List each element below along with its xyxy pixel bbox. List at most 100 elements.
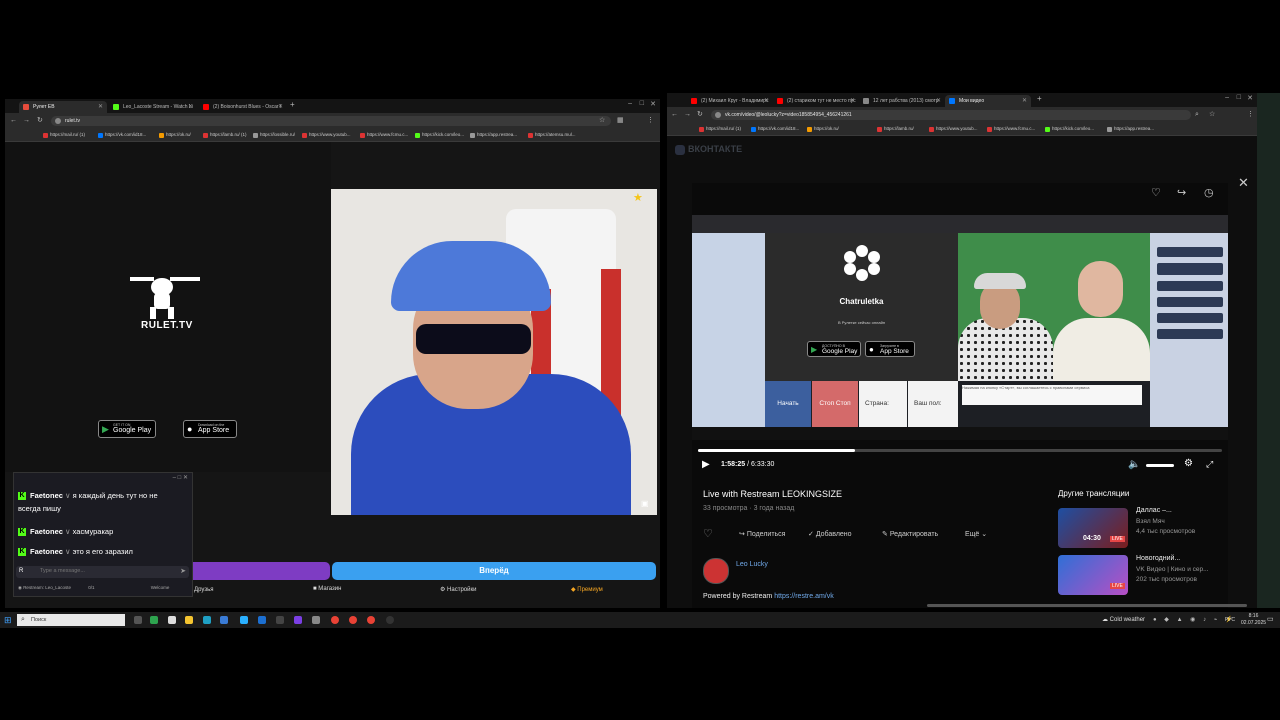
explorer-icon[interactable] <box>185 616 193 624</box>
site-info-icon[interactable] <box>715 112 721 118</box>
bookmark-item[interactable]: https://www.fcmu.c... <box>360 130 408 140</box>
close-tab-icon[interactable]: ✕ <box>764 95 769 107</box>
close-modal-icon[interactable]: ✕ <box>1238 175 1249 191</box>
next-button[interactable]: Вперёд <box>332 562 656 580</box>
left-tab-youtube[interactable]: (2) Boisonhurst Blues - Oscar I ✕ <box>199 101 287 113</box>
purple-stop-bar[interactable] <box>180 562 330 580</box>
edit-button[interactable]: ✎ Редактировать <box>882 530 938 538</box>
obs-icon[interactable] <box>386 616 394 624</box>
right-tab-1[interactable]: (2) Михаил Круг - Владимирс ✕ <box>687 95 773 107</box>
author-avatar[interactable] <box>703 558 729 584</box>
app-store-button[interactable]: ● Download on the App Store <box>183 420 237 438</box>
bookmark-item[interactable]: https://ok.ru/ <box>807 124 839 134</box>
more-button[interactable]: Ещё ⌄ <box>965 530 987 538</box>
app-icon[interactable] <box>294 616 302 624</box>
app-icon[interactable] <box>150 616 158 624</box>
page-scrollbar[interactable] <box>927 604 1247 607</box>
app-icon[interactable] <box>168 616 176 624</box>
bookmark-item[interactable]: https://app.restrea... <box>470 130 517 140</box>
bookmark-item[interactable]: https://www.youtub... <box>302 130 351 140</box>
related-title[interactable]: Даллас –... <box>1136 507 1172 514</box>
chrome-icon[interactable] <box>349 616 357 624</box>
close-window-button[interactable]: ✕ <box>650 100 656 108</box>
right-tab-2[interactable]: (2) стариком тут не место пус ✕ <box>773 95 859 107</box>
google-play-button[interactable]: ▶ GET IT ON Google Play <box>98 420 156 438</box>
close-window-button[interactable]: ✕ <box>1247 94 1253 102</box>
edge-icon[interactable] <box>203 616 211 624</box>
close-tab-icon[interactable]: ✕ <box>1022 95 1027 107</box>
star-icon[interactable]: ☆ <box>1209 110 1215 120</box>
camera-icon[interactable]: ▣ <box>641 499 649 508</box>
share-button[interactable]: ↪ Поделиться <box>739 530 785 538</box>
left-tab-kick[interactable]: Leo_Lacoste Stream - Watch Li ✕ <box>109 101 197 113</box>
share-icon[interactable]: ↪ <box>1177 186 1186 199</box>
bookmark-item[interactable]: https://kick.com/leo... <box>1045 124 1094 134</box>
related-thumb[interactable]: LIVE <box>1058 555 1128 595</box>
bookmark-item[interactable]: https://www.youtub... <box>929 124 978 134</box>
bookmark-item[interactable]: https://mail.ru/ (1) <box>43 130 85 140</box>
bookmark-item[interactable]: https://ok.ru/ <box>159 130 191 140</box>
maximize-button[interactable]: □ <box>1237 94 1241 101</box>
related-title[interactable]: Новогодний... <box>1136 555 1180 562</box>
app-icon[interactable] <box>276 616 284 624</box>
chrome-icon[interactable] <box>331 616 339 624</box>
menu-icon[interactable]: ⋮ <box>647 116 654 126</box>
like-button[interactable]: ♡ <box>703 527 713 540</box>
right-url-field[interactable]: vk.com/video/@leolucky?z=video185854954_… <box>711 110 1191 120</box>
minimize-button[interactable]: – <box>628 100 632 107</box>
weather-widget[interactable]: ☁ Cold weather <box>1102 616 1145 623</box>
send-icon[interactable]: ➤ <box>180 567 186 575</box>
reload-icon[interactable]: ↻ <box>697 110 703 120</box>
vk-brand[interactable]: ВКОНТАКТЕ <box>675 144 742 155</box>
left-url-field[interactable]: rulet.tv <box>51 116 611 126</box>
back-icon[interactable]: ← <box>10 116 17 126</box>
new-tab-button[interactable]: + <box>290 100 295 109</box>
clock[interactable]: 8:16 02.07.2025 <box>1241 613 1266 627</box>
video-progress-track[interactable] <box>698 449 1222 452</box>
minimize-button[interactable]: – <box>1225 94 1229 101</box>
tray-icons[interactable]: ● ◆ ▲ ◉ ♪ ⌁ ⚡ <box>1153 616 1236 623</box>
watch-later-icon[interactable]: ◷ <box>1204 186 1214 199</box>
star-icon[interactable]: ☆ <box>599 116 605 126</box>
bookmark-item[interactable]: https://www.fcmu.c... <box>987 124 1035 134</box>
extensions-icon[interactable]: ▦ <box>617 116 624 126</box>
menu-icon[interactable]: ⋮ <box>1247 110 1254 120</box>
settings-gear-icon[interactable]: ⚙ <box>1184 458 1193 469</box>
close-tab-icon[interactable]: ✕ <box>936 95 941 107</box>
notifications-icon[interactable]: ▭ <box>1267 615 1274 623</box>
added-button[interactable]: ✓ Добавлено <box>808 530 852 538</box>
right-tab-3[interactable]: 12 лет рабства (2013) смотр ✕ <box>859 95 945 107</box>
video-frame[interactable]: Chatruletka В Рулетке сейчас онлайн ▶ ДО… <box>692 215 1228 440</box>
bookmark-item[interactable]: https://vk.com/id18... <box>751 124 799 134</box>
bookmark-item[interactable]: https://app.restrea... <box>1107 124 1154 134</box>
fullscreen-icon[interactable]: ⤢ <box>1206 459 1213 470</box>
start-button[interactable]: ⊞ <box>4 615 12 626</box>
app-icon[interactable] <box>258 616 266 624</box>
right-tab-my-videos[interactable]: Мои видео ✕ <box>945 95 1031 107</box>
search-icon[interactable]: ⌕ <box>1195 110 1199 120</box>
close-tab-icon[interactable]: ✕ <box>850 95 855 107</box>
close-tab-icon[interactable]: ✕ <box>188 101 193 113</box>
related-thumb[interactable]: 04:30 LIVE <box>1058 508 1128 548</box>
new-tab-button[interactable]: + <box>1037 94 1042 103</box>
left-tab-rulet[interactable]: Рулет ЕВ ✕ <box>19 101 107 113</box>
app-icon[interactable] <box>312 616 320 624</box>
app-icon[interactable] <box>240 616 248 624</box>
volume-slider[interactable] <box>1146 464 1174 467</box>
chat-input[interactable]: Type a message... <box>40 568 85 574</box>
language-indicator[interactable]: РУС <box>1225 617 1235 623</box>
site-info-icon[interactable] <box>55 118 61 124</box>
bookmark-item[interactable]: https://kick.com/leo... <box>415 130 464 140</box>
forward-icon[interactable]: → <box>23 116 30 126</box>
back-icon[interactable]: ← <box>671 110 678 120</box>
bookmark-item[interactable]: https://vk.com/id18... <box>98 130 146 140</box>
maximize-button[interactable]: □ <box>640 100 644 107</box>
bookmark-item[interactable]: https://lossible.ru/ <box>253 130 295 140</box>
bookmark-item[interactable]: https://lamb.ru/ <box>877 124 914 134</box>
bookmark-item[interactable]: https://atemsu.mul... <box>528 130 576 140</box>
taskbar-search[interactable]: ⌕ Поиск <box>17 614 125 626</box>
author-name[interactable]: Leo Lucky <box>736 561 768 568</box>
like-icon[interactable]: ♡ <box>1151 186 1161 199</box>
nav-shop[interactable]: ■ Магазин <box>313 586 341 592</box>
bookmark-item[interactable]: https://mail.ru/ (1) <box>699 124 741 134</box>
